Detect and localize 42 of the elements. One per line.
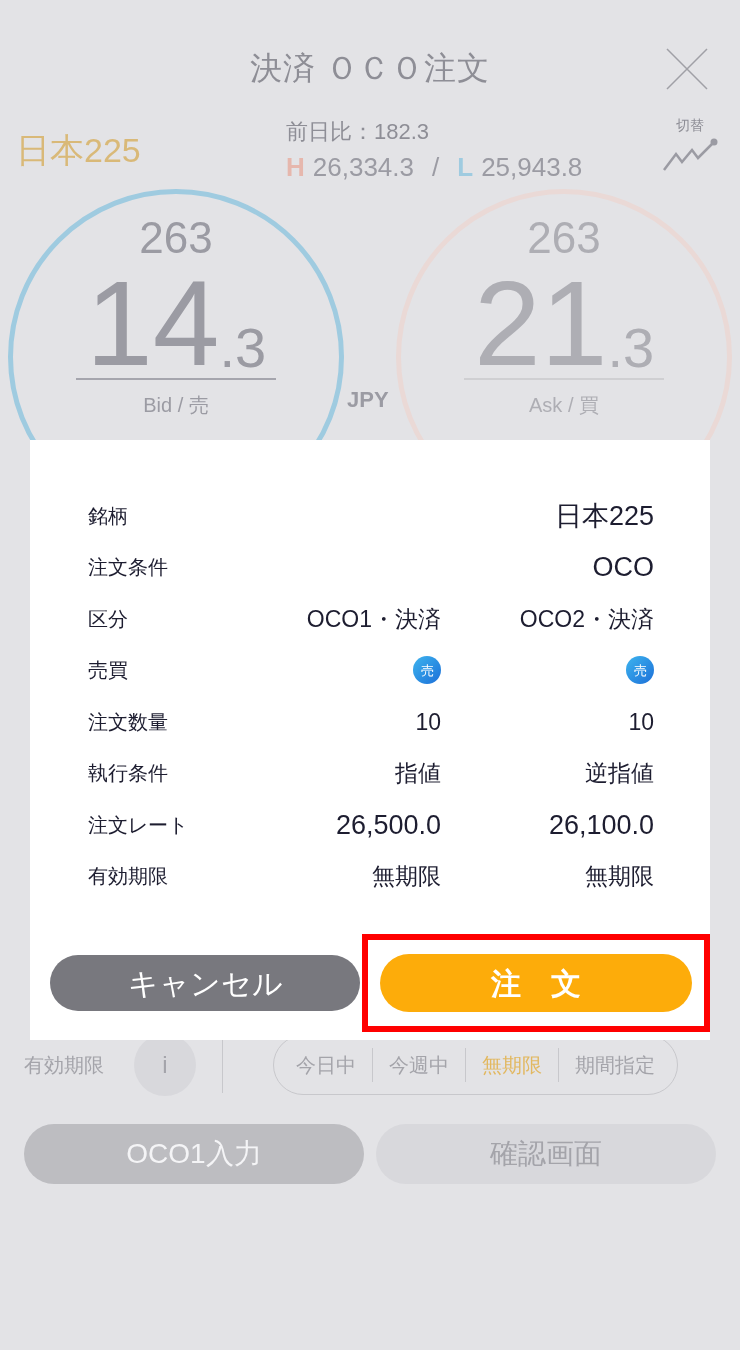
row-value: 26,100.0 — [547, 808, 654, 842]
row-value: OCO2・決済 — [518, 604, 654, 634]
window-title: 決済 ＯＣＯ注文 — [250, 48, 490, 88]
row-value: OCO1・決済 — [305, 604, 441, 634]
row-label: 売買 — [88, 658, 129, 684]
row-value: 指値 — [394, 759, 441, 788]
expiry-option[interactable]: 今週中 — [373, 1050, 465, 1080]
row-value: 逆指値 — [584, 759, 654, 788]
row-label: 注文条件 — [88, 555, 169, 581]
quote-price: 14.3 — [75, 268, 277, 380]
cancel-button[interactable]: キャンセル — [50, 955, 360, 1011]
row-value: 無期限 — [584, 862, 654, 891]
currency-label: JPY — [347, 386, 389, 414]
expiry-option[interactable]: 期間指定 — [559, 1050, 671, 1080]
row-label: 注文数量 — [88, 709, 169, 735]
expiry-option[interactable]: 無期限 — [466, 1050, 558, 1080]
quote-label: Bid / 売 — [143, 393, 209, 418]
symbol-name: 日本225 — [16, 130, 142, 171]
expiry-option[interactable]: 今日中 — [280, 1050, 372, 1080]
low-value: 25,943.8 — [481, 151, 583, 184]
order-button[interactable]: 注 文 — [380, 954, 692, 1012]
sell-badge: 売 — [413, 656, 441, 685]
close-icon[interactable] — [666, 48, 708, 90]
quote-prefix: 263 — [139, 216, 213, 260]
row-label: 有効期限 — [88, 864, 169, 890]
separator: / — [432, 151, 440, 184]
row-label: 注文レート — [88, 812, 189, 838]
daily-change: 前日比：182.3 — [286, 118, 431, 146]
chart-icon[interactable] — [662, 136, 718, 172]
row-value: 無期限 — [371, 862, 441, 891]
row-value: 10 — [414, 707, 441, 737]
row-label: 区分 — [88, 606, 129, 632]
high-value: 26,334.3 — [312, 151, 414, 184]
row-value: OCO — [591, 551, 654, 584]
row-label: 執行条件 — [88, 761, 169, 787]
high-label: H — [286, 151, 305, 184]
expiry-label: 有効期限 — [24, 1053, 105, 1078]
row-value: 10 — [627, 707, 654, 737]
low-label: L — [457, 151, 474, 184]
sell-badge: 売 — [626, 656, 654, 685]
row-value: 26,500.0 — [334, 808, 441, 842]
switch-label: 切替 — [676, 116, 704, 135]
